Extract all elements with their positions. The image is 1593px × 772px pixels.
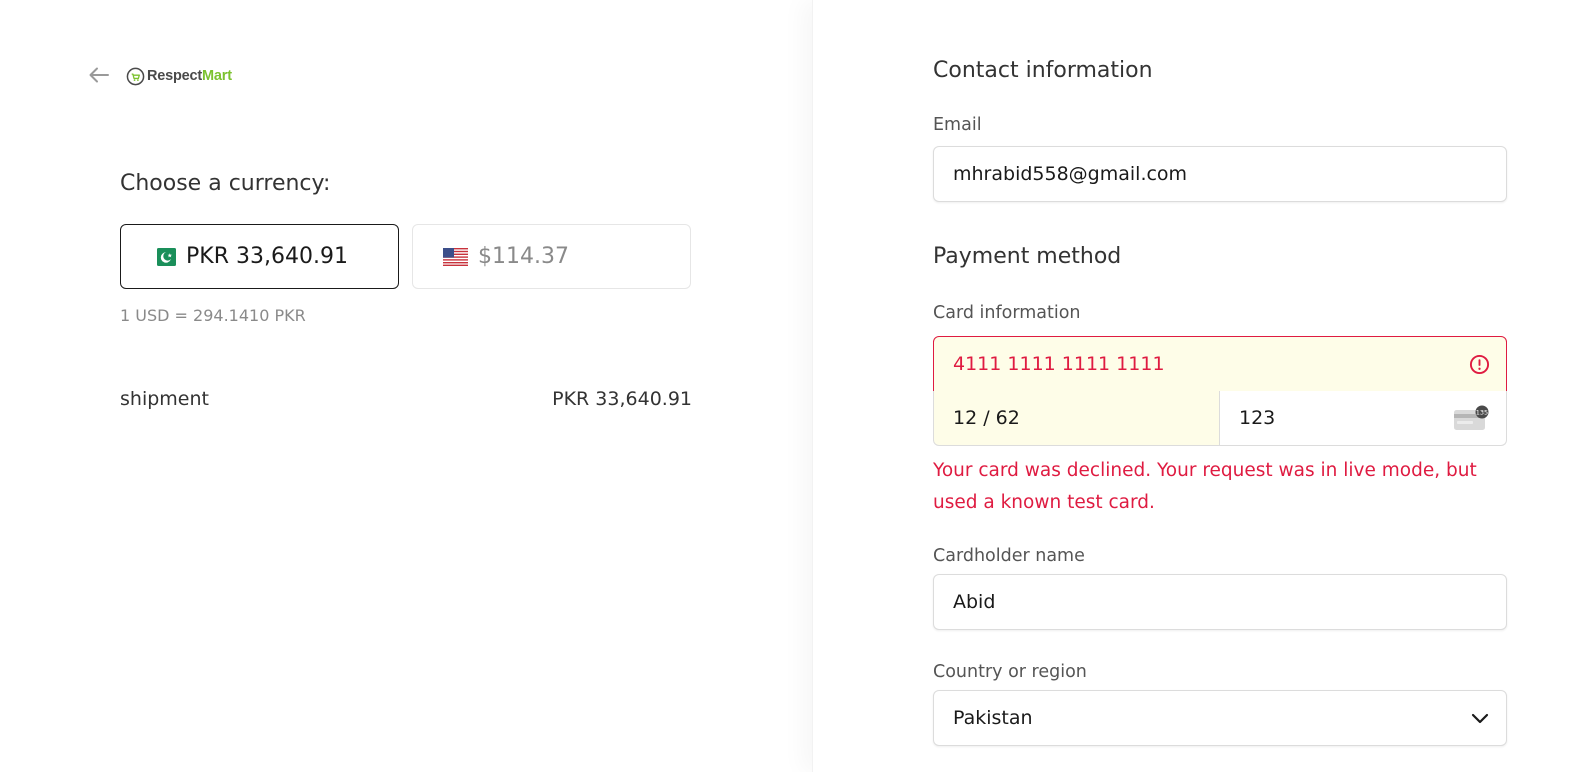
card-info-label: Card information: [933, 303, 1081, 323]
country-value: Pakistan: [953, 707, 1033, 729]
cardholder-field[interactable]: [933, 574, 1507, 630]
email-input[interactable]: [953, 163, 1506, 185]
country-label: Country or region: [933, 662, 1087, 682]
shopping-cart-logo-icon: [126, 67, 145, 85]
cvc-badge-text: 135: [1476, 408, 1488, 416]
logo-text-mart: Mart: [202, 68, 232, 84]
email-label: Email: [933, 115, 982, 135]
respectmart-logo[interactable]: Respect Mart: [126, 65, 232, 87]
pakistan-flag-icon: [151, 247, 176, 266]
cardholder-input[interactable]: [953, 591, 1506, 613]
back-button[interactable]: [86, 63, 112, 87]
logo-text-respect: Respect: [147, 68, 203, 84]
currency-amount-usd: $114.37: [478, 244, 569, 269]
arrow-left-icon: [89, 67, 109, 83]
order-summary-panel: Respect Mart Choose a currency: PKR 33,64…: [0, 0, 812, 772]
error-icon: [1469, 354, 1490, 375]
us-flag-icon: [443, 247, 468, 266]
contact-heading: Contact information: [933, 58, 1153, 83]
cardholder-label: Cardholder name: [933, 546, 1085, 566]
currency-option-usd[interactable]: $114.37: [412, 224, 691, 289]
country-select[interactable]: Pakistan: [933, 690, 1507, 746]
card-cvc-field[interactable]: 135: [1219, 391, 1507, 446]
card-expiry-field[interactable]: [933, 391, 1220, 446]
email-field[interactable]: [933, 146, 1507, 202]
card-error-message: Your card was declined. Your request was…: [933, 460, 1477, 513]
line-item-name: shipment: [120, 388, 209, 410]
card-expiry-input[interactable]: [953, 407, 1153, 429]
currency-amount-pkr: PKR 33,640.91: [186, 244, 348, 269]
card-cvc-input[interactable]: [1239, 407, 1439, 429]
exchange-rate: 1 USD = 294.1410 PKR: [120, 306, 306, 325]
chevron-down-icon: [1471, 713, 1489, 724]
cvc-card-icon: 135: [1454, 405, 1489, 430]
currency-option-pkr[interactable]: PKR 33,640.91: [120, 224, 399, 289]
card-number-field[interactable]: [933, 336, 1507, 392]
payment-heading: Payment method: [933, 244, 1122, 269]
currency-label: Choose a currency:: [120, 171, 331, 196]
card-number-input[interactable]: [953, 353, 1433, 375]
line-item-price: PKR 33,640.91: [552, 388, 692, 410]
